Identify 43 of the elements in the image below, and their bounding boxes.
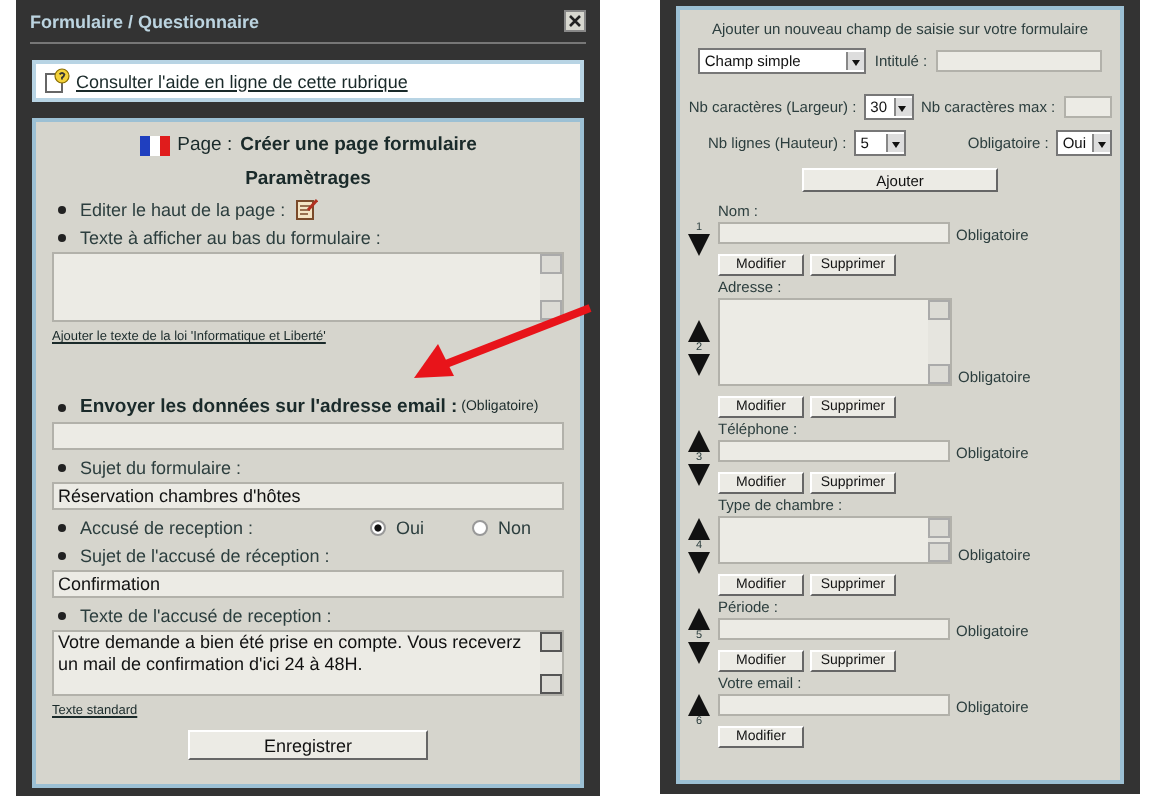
input-field[interactable] (718, 440, 950, 462)
close-icon[interactable] (564, 10, 586, 32)
flag-icon (139, 135, 170, 155)
title-field[interactable] (935, 50, 1102, 72)
field-label: Sujet du formulaire : (80, 458, 242, 478)
field-label: Sujet de l'accusé de réception : (80, 546, 330, 566)
up-arrow-icon[interactable] (688, 518, 710, 540)
down-arrow-icon[interactable] (688, 234, 710, 256)
up-arrow-icon[interactable] (688, 429, 710, 451)
save-button[interactable]: Enregistrer (188, 730, 428, 760)
section-title: Paramètrages (243, 168, 373, 190)
input-field[interactable] (718, 618, 950, 640)
page-label: Page : (177, 134, 233, 156)
edit-icon[interactable] (295, 198, 318, 220)
radio-button[interactable]: Non (472, 518, 564, 538)
text-area[interactable]: Votre demande a bien été prise en compte. Vous receverz un mail de confirmation d'ici 24 à 48H. (52, 630, 564, 696)
down-arrow-icon[interactable] (688, 354, 710, 376)
field-label: Envoyer les données sur l'adresse email : (80, 396, 458, 418)
up-arrow-icon[interactable] (688, 607, 710, 629)
field-label: Accusé de reception : (80, 518, 256, 538)
scrollbar[interactable] (928, 518, 950, 562)
window-title: Formulaire / Questionnaire (30, 11, 260, 31)
scrollbar[interactable] (928, 300, 950, 384)
max-field[interactable] (1063, 96, 1112, 118)
radio-button[interactable]: Oui (370, 518, 462, 538)
help-icon (44, 68, 70, 94)
down-arrow-icon[interactable] (688, 463, 710, 485)
up-arrow-icon[interactable] (688, 320, 710, 342)
input-field[interactable] (718, 694, 950, 716)
down-arrow-icon[interactable] (688, 641, 710, 663)
scrollbar[interactable] (540, 254, 562, 320)
email-field[interactable] (52, 422, 564, 450)
up-arrow-icon[interactable] (688, 694, 710, 716)
field-label: Texte à afficher au bas du formulaire : (80, 228, 381, 248)
input-field[interactable]: Réservation chambres d'hôtes (52, 482, 564, 510)
scrollbar[interactable] (540, 632, 562, 694)
help-link[interactable]: Consulter l'aide en ligne de cette rubrique (76, 71, 408, 91)
input-field[interactable]: Confirmation (52, 570, 564, 598)
field-label: Editer le haut de la page : (80, 199, 286, 219)
down-arrow-icon[interactable] (688, 552, 710, 574)
page-title: Créer une page formulaire (240, 134, 477, 156)
field-label: Texte de l'accusé de reception : (80, 606, 332, 626)
input-field[interactable] (718, 222, 950, 244)
